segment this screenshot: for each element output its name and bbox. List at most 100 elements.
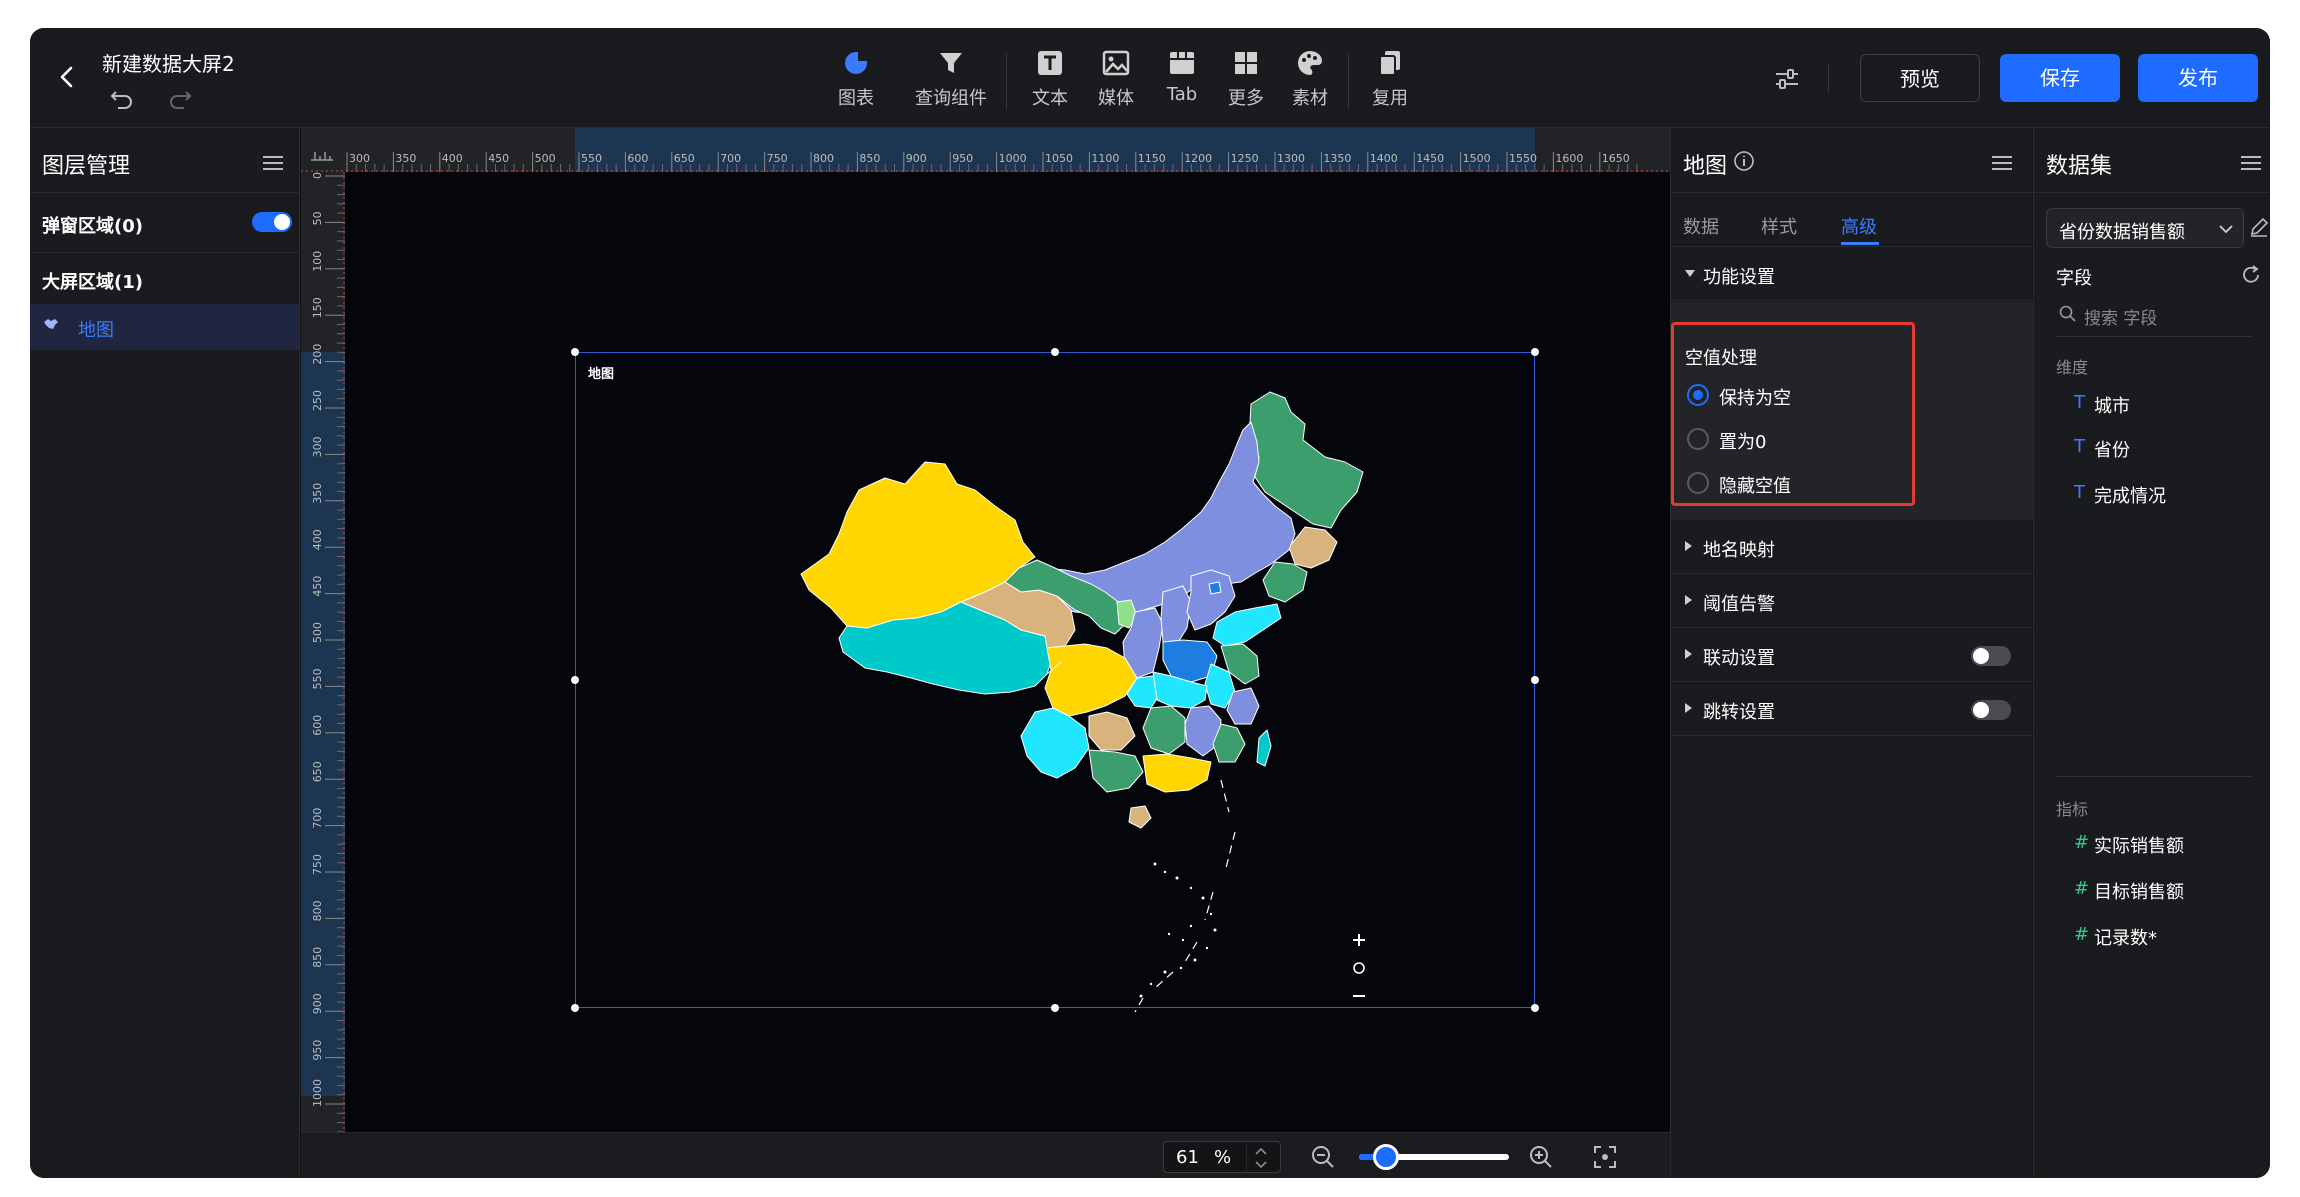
dashboard-title[interactable]: 新建数据大屏2: [102, 48, 235, 77]
section-feature-settings[interactable]: 功能设置: [1671, 247, 2033, 301]
menu-icon[interactable]: [2240, 154, 2262, 172]
section-linkage[interactable]: 联动设置: [1671, 628, 2033, 682]
radio-keep-empty[interactable]: [1687, 384, 1709, 406]
zoom-unit: %: [1214, 1147, 1232, 1168]
tool-tab[interactable]: Tab: [1152, 48, 1212, 120]
ruler-tick-label: 350: [395, 152, 416, 165]
tool-chart[interactable]: 图表: [826, 48, 886, 120]
metric-field[interactable]: 记录数*: [2094, 924, 2157, 950]
ruler-tick-label: 1650: [1602, 152, 1630, 165]
popup-area-label[interactable]: 弹窗区域(0): [42, 212, 143, 238]
stepper-icon[interactable]: [1246, 1144, 1276, 1172]
tab-advanced[interactable]: 高级: [1841, 213, 1877, 239]
dimension-field[interactable]: 城市: [2094, 392, 2130, 418]
section-jump[interactable]: 跳转设置: [1671, 682, 2033, 736]
ruler-tick-label: 850: [859, 152, 880, 165]
radio-set-zero[interactable]: [1687, 428, 1709, 450]
jump-toggle[interactable]: [1971, 700, 2011, 720]
tool-label: 更多: [1228, 88, 1264, 109]
zoom-out-icon[interactable]: [1309, 1143, 1337, 1171]
zoom-slider[interactable]: [1359, 1144, 1509, 1170]
palette-icon: [1298, 51, 1322, 75]
region-shanxi: [1160, 585, 1192, 645]
redo-icon[interactable]: [166, 84, 192, 110]
dataset-select[interactable]: 省份数据销售额: [2046, 208, 2244, 248]
section-label: 阈值告警: [1703, 594, 1775, 615]
null-handling-title: 空值处理: [1685, 348, 1757, 369]
radio-label[interactable]: 置为0: [1719, 428, 1766, 454]
ruler-corner-icon[interactable]: [307, 138, 337, 168]
ruler-tick-label: 1000: [999, 152, 1027, 165]
zoom-slider-handle[interactable]: [1373, 1144, 1399, 1170]
ruler-tick-label: 1200: [1184, 152, 1212, 165]
edit-icon[interactable]: [2248, 216, 2270, 238]
ruler-tick-label: 800: [813, 152, 834, 165]
zoom-input[interactable]: 61 %: [1163, 1141, 1281, 1173]
dimension-field[interactable]: 省份: [2094, 436, 2130, 462]
number-type-icon: #: [2074, 878, 2090, 899]
ruler-tick-label: 800: [311, 900, 324, 921]
ruler-tick-label: 1150: [1138, 152, 1166, 165]
screen-area-label[interactable]: 大屏区域(1): [42, 268, 143, 294]
refresh-icon[interactable]: [2240, 264, 2262, 286]
ruler-tick-label: 1350: [1323, 152, 1351, 165]
section-name-mapping[interactable]: 地名映射: [1671, 520, 2033, 574]
menu-icon[interactable]: [1991, 154, 2013, 172]
region-beijing: [1208, 581, 1222, 595]
popup-area-toggle[interactable]: [252, 212, 292, 232]
region-sichuan: [1044, 643, 1138, 717]
ruler-left-scale: 0 50 100 150 200 250 300 350 400 450 500 550 600 650 7…: [301, 172, 345, 1132]
fit-screen-icon[interactable]: [1591, 1143, 1619, 1171]
section-label: 地名映射: [1703, 540, 1775, 561]
pie-chart-icon: [845, 50, 869, 74]
undo-icon[interactable]: [110, 84, 136, 110]
zoom-out-icon[interactable]: [1347, 984, 1371, 1008]
section-threshold-alert[interactable]: 阈值告警: [1671, 574, 2033, 628]
tool-label: Tab: [1166, 84, 1198, 105]
metric-field[interactable]: 实际销售额: [2094, 832, 2184, 858]
linkage-toggle[interactable]: [1971, 646, 2011, 666]
map-zoom-controls: [1347, 928, 1371, 1004]
metric-field[interactable]: 目标销售额: [2094, 878, 2184, 904]
tool-query[interactable]: 查询组件: [906, 48, 996, 120]
menu-icon[interactable]: [262, 154, 284, 172]
image-icon: [1102, 50, 1130, 76]
tool-media[interactable]: 媒体: [1086, 48, 1146, 120]
tool-text[interactable]: 文本: [1020, 48, 1080, 120]
radio-label[interactable]: 保持为空: [1719, 384, 1791, 410]
radio-hide-null[interactable]: [1687, 472, 1709, 494]
info-icon[interactable]: [1733, 150, 1755, 172]
layer-item-map[interactable]: 地图: [30, 304, 299, 350]
section-label: 跳转设置: [1703, 702, 1775, 723]
field-search-input[interactable]: 搜索 字段: [2084, 304, 2157, 329]
zoom-in-icon[interactable]: [1347, 928, 1371, 952]
number-type-icon: #: [2074, 832, 2090, 853]
properties-panel: 地图 数据 样式 高级 功能设置 空值处理 保持为空 置为0 隐藏空值 地名映射: [1670, 128, 2033, 1178]
text-icon: [1038, 51, 1062, 75]
tool-assets[interactable]: 素材: [1280, 48, 1340, 120]
tab-data[interactable]: 数据: [1683, 213, 1719, 239]
ruler-tick-label: 650: [674, 152, 695, 165]
tool-reuse[interactable]: 复用: [1360, 48, 1420, 120]
ruler-tick-label: 950: [952, 152, 973, 165]
tab-style[interactable]: 样式: [1761, 213, 1797, 239]
canvas-stage[interactable]: 地图: [345, 172, 1670, 1132]
china-map[interactable]: [345, 172, 1670, 1132]
ruler-tick-label: 1300: [1277, 152, 1305, 165]
radio-label[interactable]: 隐藏空值: [1719, 472, 1791, 498]
tool-more[interactable]: 更多: [1216, 48, 1276, 120]
publish-button[interactable]: 发布: [2138, 54, 2258, 102]
preview-button[interactable]: 预览: [1860, 54, 1980, 102]
ruler-tick-label: 900: [311, 993, 324, 1014]
save-button[interactable]: 保存: [2000, 54, 2120, 102]
ruler-tick-label: 350: [311, 483, 324, 504]
region-hunan: [1142, 705, 1186, 755]
settings-sliders-icon[interactable]: [1772, 64, 1802, 94]
zoom-in-icon[interactable]: [1527, 1143, 1555, 1171]
ruler-tick-label: 50: [311, 211, 324, 225]
back-arrow-icon[interactable]: [54, 64, 80, 90]
reset-icon[interactable]: [1347, 956, 1371, 980]
text-type-icon: T: [2074, 436, 2085, 457]
dimension-field[interactable]: 完成情况: [2094, 482, 2166, 508]
tool-label: 图表: [838, 88, 874, 109]
